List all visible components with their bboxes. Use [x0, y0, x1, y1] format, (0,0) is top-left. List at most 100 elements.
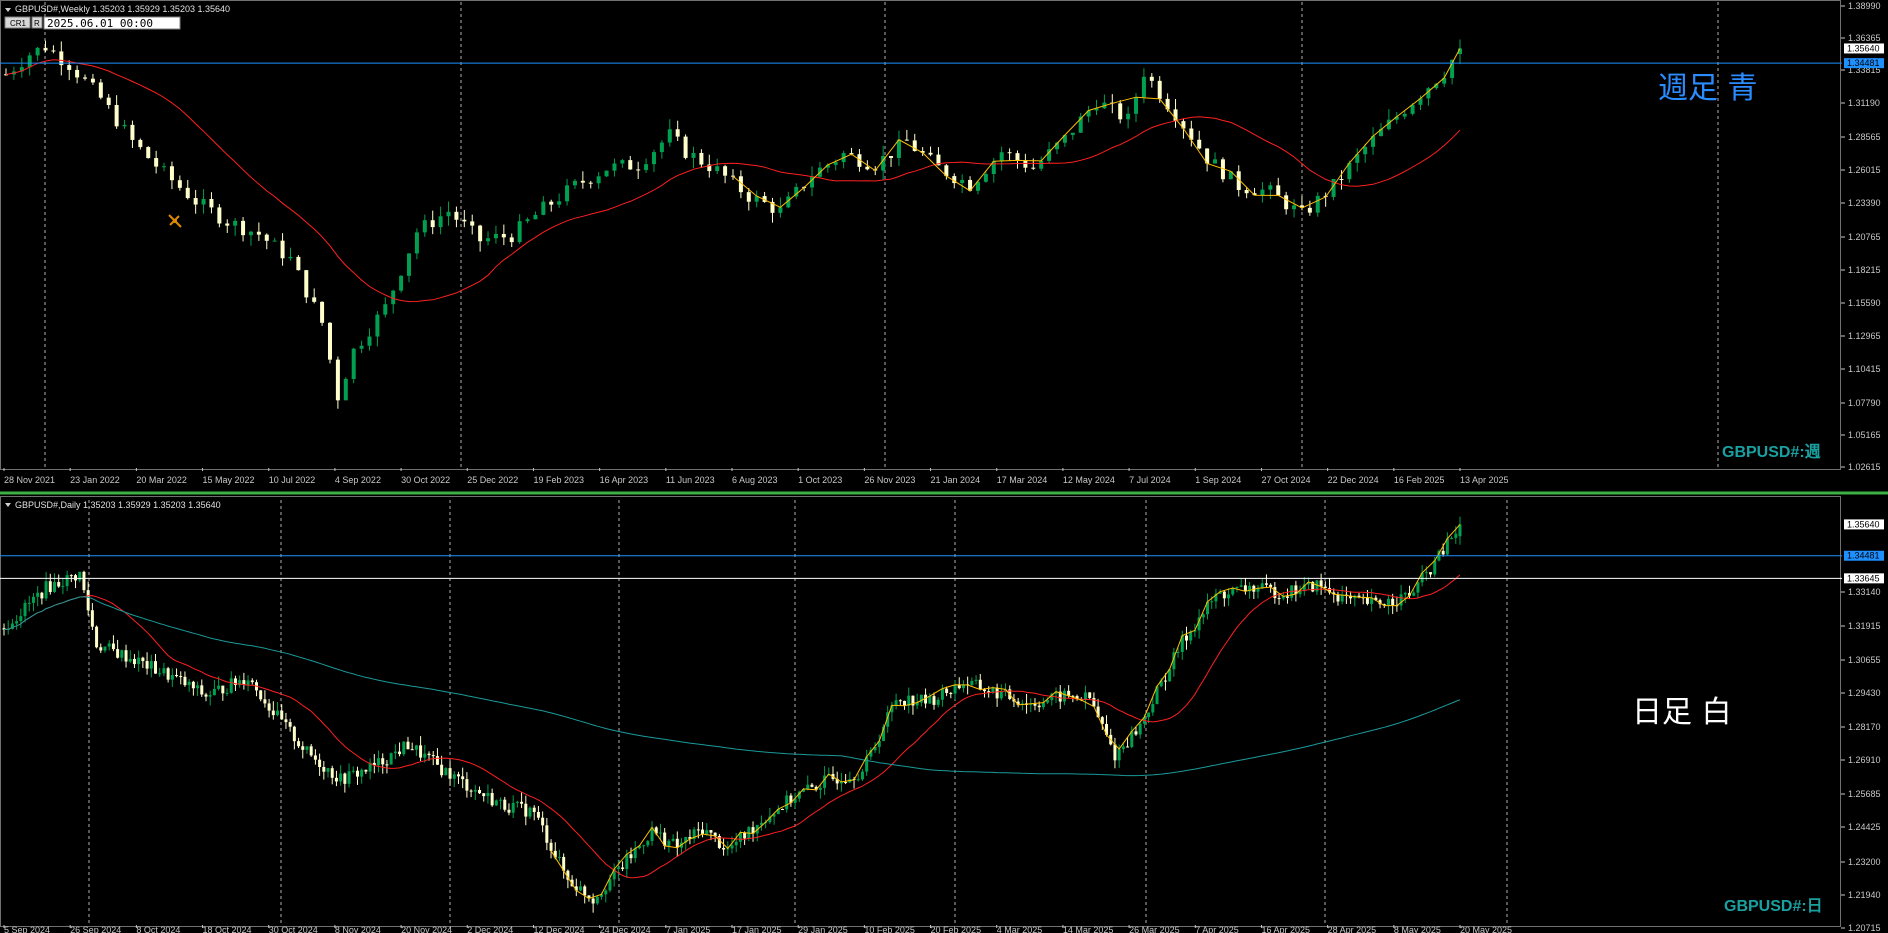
candle-body — [271, 710, 275, 716]
candle-body — [536, 811, 540, 818]
candle-body — [936, 699, 940, 705]
candle-body — [351, 348, 356, 379]
candle-body — [810, 784, 814, 787]
candle-body — [162, 166, 167, 168]
candle-body — [509, 237, 514, 243]
candle-body — [74, 575, 78, 581]
candle-body — [1151, 704, 1155, 713]
candle-body — [193, 198, 198, 205]
candle-body — [162, 668, 166, 674]
candle-body — [462, 219, 467, 222]
price-tick-label: 1.31915 — [1848, 621, 1881, 631]
candle-body — [248, 231, 253, 236]
candle-body — [375, 314, 380, 337]
weekly-price-axis[interactable]: 1.389901.363651.338151.311901.285651.260… — [1841, 1, 1884, 472]
candle-body — [107, 643, 111, 647]
price-tick-label: 1.15590 — [1848, 298, 1881, 308]
candle-body — [398, 751, 402, 755]
candle-body — [280, 240, 285, 259]
candle-body — [23, 602, 27, 617]
candle-body — [1391, 598, 1395, 606]
candle-body — [385, 764, 389, 766]
candle-body — [414, 745, 418, 750]
candle-body — [335, 359, 340, 401]
candle-body — [318, 759, 322, 768]
daily-time-axis[interactable]: 5 Sep 2024 26 Sep 2024 8 Oct 2024 18 Oct 20… — [3, 925, 1512, 933]
candle-body — [461, 776, 465, 780]
candle-body — [120, 650, 124, 658]
price-tick-label: 1.23200 — [1848, 857, 1881, 867]
candle-body — [137, 657, 141, 665]
candle-body — [1070, 132, 1075, 136]
candle-body — [65, 575, 69, 587]
candle-body — [327, 322, 332, 360]
candle-body — [170, 674, 174, 680]
r-button-label: R — [34, 19, 40, 28]
candle-body — [490, 793, 494, 806]
candle-body — [1176, 651, 1180, 653]
candle-body — [1323, 586, 1327, 589]
candle-body — [355, 770, 359, 777]
candle-body — [343, 773, 347, 784]
candle-body — [124, 650, 128, 662]
candle-body — [83, 77, 88, 79]
candle-body — [844, 781, 848, 783]
candle-body — [545, 825, 549, 843]
candle-body — [1412, 592, 1416, 596]
candle-body — [1039, 160, 1044, 169]
candle-body — [1023, 160, 1028, 168]
candle-body — [114, 105, 119, 127]
candle-body — [1454, 533, 1458, 538]
candle-body — [494, 800, 498, 806]
candle-body — [36, 592, 40, 597]
daily-symbol-label: GBPUSD#:日 — [1724, 897, 1823, 915]
candle-body — [35, 47, 40, 56]
candle-body — [204, 694, 208, 697]
candle-body — [82, 571, 86, 591]
candle-body — [1285, 596, 1289, 598]
candle-body — [642, 845, 646, 847]
candle-body — [1134, 731, 1138, 735]
candle-body — [499, 799, 503, 801]
candle-body — [620, 160, 625, 164]
candle-body — [715, 166, 720, 172]
candle-body — [818, 787, 822, 790]
date-tick-label: 20 Nov 2024 — [401, 925, 452, 933]
candle-body — [1307, 207, 1312, 213]
price-tag-label: 1.33645 — [1847, 573, 1880, 583]
candle-body — [209, 198, 214, 208]
candle-body — [1441, 550, 1445, 555]
candle-body — [208, 695, 212, 697]
candle-body — [309, 746, 313, 756]
candle-body — [629, 854, 633, 859]
candle-body — [90, 610, 94, 627]
candle-body — [482, 793, 486, 797]
candle-body — [200, 685, 204, 695]
candle-body — [658, 832, 662, 834]
candle-body — [383, 304, 388, 315]
candle-body — [1424, 572, 1428, 574]
candle-body — [1235, 586, 1239, 589]
candle-body — [326, 768, 330, 772]
candle-body — [130, 124, 135, 140]
candle-body — [999, 691, 1003, 699]
candle-body — [953, 684, 957, 694]
price-tick-label: 1.20765 — [1848, 232, 1881, 242]
candle-body — [1113, 744, 1117, 761]
candle-body — [221, 685, 225, 694]
date-tick-label: 4 Sep 2022 — [335, 475, 381, 485]
date-tick-label: 8 May 2025 — [1394, 925, 1441, 933]
candle-body — [339, 773, 343, 782]
price-tick-label: 1.30655 — [1848, 655, 1881, 665]
candle-body — [1315, 195, 1320, 213]
candle-body — [153, 661, 157, 674]
candle-body — [734, 841, 738, 846]
candle-body — [636, 169, 641, 171]
price-tick-label: 1.26015 — [1848, 165, 1881, 175]
candle-body — [557, 856, 561, 858]
date-tick-label: 5 Sep 2024 — [4, 925, 50, 933]
candle-body — [1399, 594, 1403, 606]
candle-body — [185, 187, 190, 199]
candle-body — [1149, 76, 1154, 81]
price-tick-label: 1.20715 — [1848, 923, 1881, 933]
